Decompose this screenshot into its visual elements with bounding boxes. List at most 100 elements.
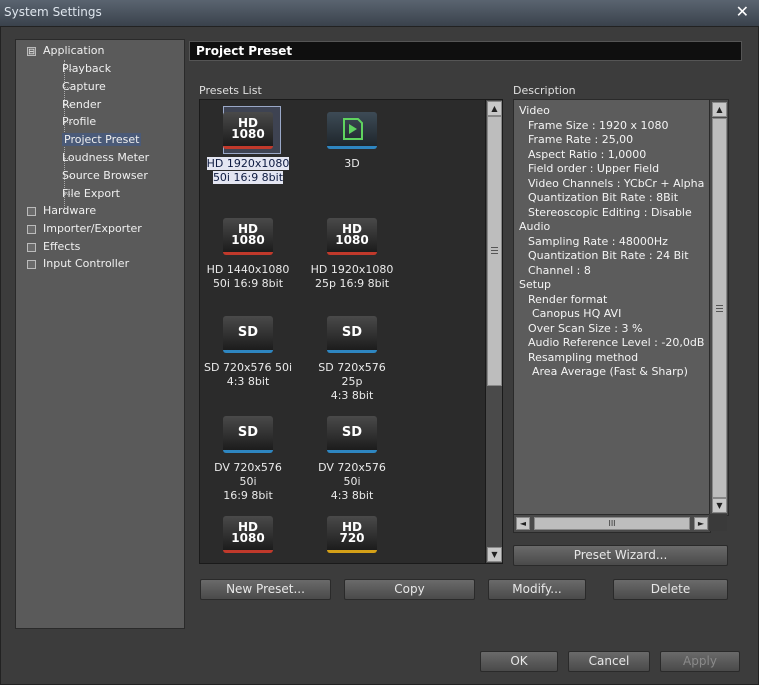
title-bar: System Settings ✕	[0, 0, 759, 27]
scroll-down-icon[interactable]: ▼	[487, 547, 502, 562]
new-preset-button[interactable]: New Preset...	[200, 579, 331, 600]
tree-item-render[interactable]: Render	[62, 96, 101, 113]
description-line: Aspect Ratio : 1,0000	[528, 147, 647, 161]
description-line: Over Scan Size : 3 %	[528, 321, 643, 335]
icon-label-bottom: 720	[339, 531, 365, 545]
settings-tree[interactable]: ⊟ Application Playback Capture Render Profile…	[15, 39, 185, 629]
description-line: Frame Size : 1920 x 1080	[528, 118, 669, 132]
window-title: System Settings	[4, 5, 102, 19]
tree-item-file-export[interactable]: File Export	[62, 185, 120, 202]
preset-caption-line: 50i 16:9 8bit	[212, 277, 284, 290]
preset-caption-line: HD 1920x1080	[206, 157, 290, 170]
collapse-icon[interactable]: ⊟	[27, 47, 36, 56]
preset-caption: HD 1920x1080 50i 16:9 8bit	[203, 157, 293, 185]
scroll-up-icon[interactable]: ▲	[712, 102, 727, 117]
preset-caption: 3D	[307, 157, 397, 171]
description-line: Canopus HQ AVI	[532, 307, 622, 320]
icon-label-bottom: 1080	[231, 233, 265, 247]
preset-item[interactable]: HD 1080 HD 1920x1080 50i 16:9 8bit	[203, 106, 293, 185]
scroll-left-icon[interactable]: ◄	[516, 517, 530, 530]
description-line: Audio Reference Level : -20,0dB	[528, 336, 705, 349]
scroll-down-icon[interactable]: ▼	[712, 498, 727, 513]
icon-label-bottom: 1080	[231, 127, 265, 141]
sd-icon: SD	[327, 316, 377, 353]
tree-item-importer-exporter[interactable]: Importer/Exporter	[43, 220, 142, 237]
tree-item-label: Capture	[62, 79, 106, 93]
presets-list[interactable]: HD 1080 HD 1920x1080 50i 16:9 8bit 3D HD 1080 H…	[199, 99, 486, 564]
preset-caption: DV 720x576 50i 16:9 8bit	[203, 461, 293, 503]
tree-item-label: File Export	[62, 186, 120, 200]
preset-caption-line: 50i 16:9 8bit	[212, 171, 284, 184]
description-section: Audio	[519, 220, 551, 233]
hd-1080-icon: HD 1080	[223, 218, 273, 255]
expand-icon[interactable]	[27, 207, 36, 216]
apply-button[interactable]: Apply	[660, 651, 740, 672]
close-icon[interactable]: ✕	[736, 2, 749, 21]
preset-item[interactable]: SD DV 720x576 50i 4:3 8bit	[307, 416, 397, 503]
preset-item[interactable]: 3D	[307, 112, 397, 171]
tree-item-capture[interactable]: Capture	[62, 78, 106, 95]
tree-item-loudness-meter[interactable]: Loudness Meter	[62, 149, 149, 166]
panel-title: Project Preset	[196, 44, 293, 58]
tree-item-application[interactable]: Application	[43, 42, 104, 59]
description-line: Render format	[528, 292, 608, 306]
tree-item-label: Profile	[62, 115, 97, 129]
description-line: Resampling method	[528, 350, 639, 364]
description-line: Stereoscopic Editing : Disable	[528, 205, 692, 219]
3d-icon	[327, 112, 377, 149]
description-line: Channel : 8	[528, 263, 591, 277]
tree-item-source-browser[interactable]: Source Browser	[62, 167, 148, 184]
icon-label-bottom: 1080	[231, 531, 265, 545]
ok-button[interactable]: OK	[480, 651, 558, 672]
hd-1080-icon: HD 1080	[327, 218, 377, 255]
icon-label: SD	[341, 325, 363, 340]
expand-icon[interactable]	[27, 260, 36, 270]
copy-button[interactable]: Copy	[344, 579, 475, 600]
scroll-thumb[interactable]	[487, 116, 502, 386]
modify-button[interactable]: Modify...	[488, 579, 586, 600]
description-line: Field order : Upper Field	[528, 162, 660, 175]
tree-item-label: Project Preset	[62, 133, 142, 147]
tree-item-project-preset[interactable]: Project Preset	[62, 131, 142, 148]
preset-item[interactable]: HD 720	[307, 516, 397, 553]
sd-icon: SD	[223, 316, 273, 353]
preset-item[interactable]: HD 1080 HD 1920x1080 25p 16:9 8bit	[307, 218, 397, 291]
cancel-button[interactable]: Cancel	[568, 651, 650, 672]
preset-caption-line: 3D	[344, 157, 360, 170]
tree-item-profile[interactable]: Profile	[62, 113, 96, 130]
expand-icon[interactable]	[27, 242, 36, 252]
sd-icon: SD	[327, 416, 377, 453]
preset-caption: SD 720x576 25p 4:3 8bit	[307, 361, 397, 403]
preset-item[interactable]: SD SD 720x576 50i 4:3 8bit	[203, 316, 293, 389]
scroll-right-icon[interactable]: ►	[694, 517, 708, 530]
description-section: Setup	[519, 278, 552, 291]
preset-caption: SD 720x576 50i 4:3 8bit	[203, 361, 293, 389]
preset-item[interactable]: HD 1080	[203, 516, 293, 553]
description-vscrollbar[interactable]: ▲ ▼	[709, 99, 729, 516]
grip-line	[491, 250, 498, 251]
3d-icon-glyph	[343, 118, 363, 140]
tree-item-input-controller[interactable]: Input Controller	[43, 255, 129, 272]
tree-item-effects[interactable]: Effects	[43, 238, 80, 255]
preset-item[interactable]: SD SD 720x576 25p 4:3 8bit	[307, 316, 397, 403]
tree-item-playback[interactable]: Playback	[62, 60, 111, 77]
scroll-thumb[interactable]	[712, 118, 727, 498]
description-line: Sampling Rate : 48000Hz	[528, 234, 668, 248]
scroll-thumb-horizontal[interactable]: III	[534, 517, 690, 530]
preset-wizard-button[interactable]: Preset Wizard...	[513, 545, 728, 566]
tree-item-hardware[interactable]: Hardware	[43, 202, 96, 219]
preset-caption-line: DV 720x576 50i	[318, 461, 386, 488]
delete-button[interactable]: Delete	[613, 579, 728, 600]
expand-icon[interactable]	[27, 224, 36, 234]
description-hscrollbar[interactable]: ◄ III ►	[513, 514, 711, 533]
preset-item[interactable]: HD 1080 HD 1440x1080 50i 16:9 8bit	[203, 218, 293, 291]
preset-item[interactable]: SD DV 720x576 50i 16:9 8bit	[203, 416, 293, 503]
presets-list-label: Presets List	[199, 84, 262, 97]
description-box: Video Frame Size : 1920 x 1080 Frame Rate …	[513, 99, 711, 516]
presets-scrollbar[interactable]: ▲ ▼	[485, 99, 503, 564]
preset-caption-line: 16:9 8bit	[223, 489, 273, 502]
preset-caption-line: HD 1920x1080	[310, 263, 394, 276]
hd-720-icon: HD 720	[327, 516, 377, 553]
scroll-up-icon[interactable]: ▲	[487, 101, 502, 116]
tree-item-label: Render	[62, 97, 102, 111]
